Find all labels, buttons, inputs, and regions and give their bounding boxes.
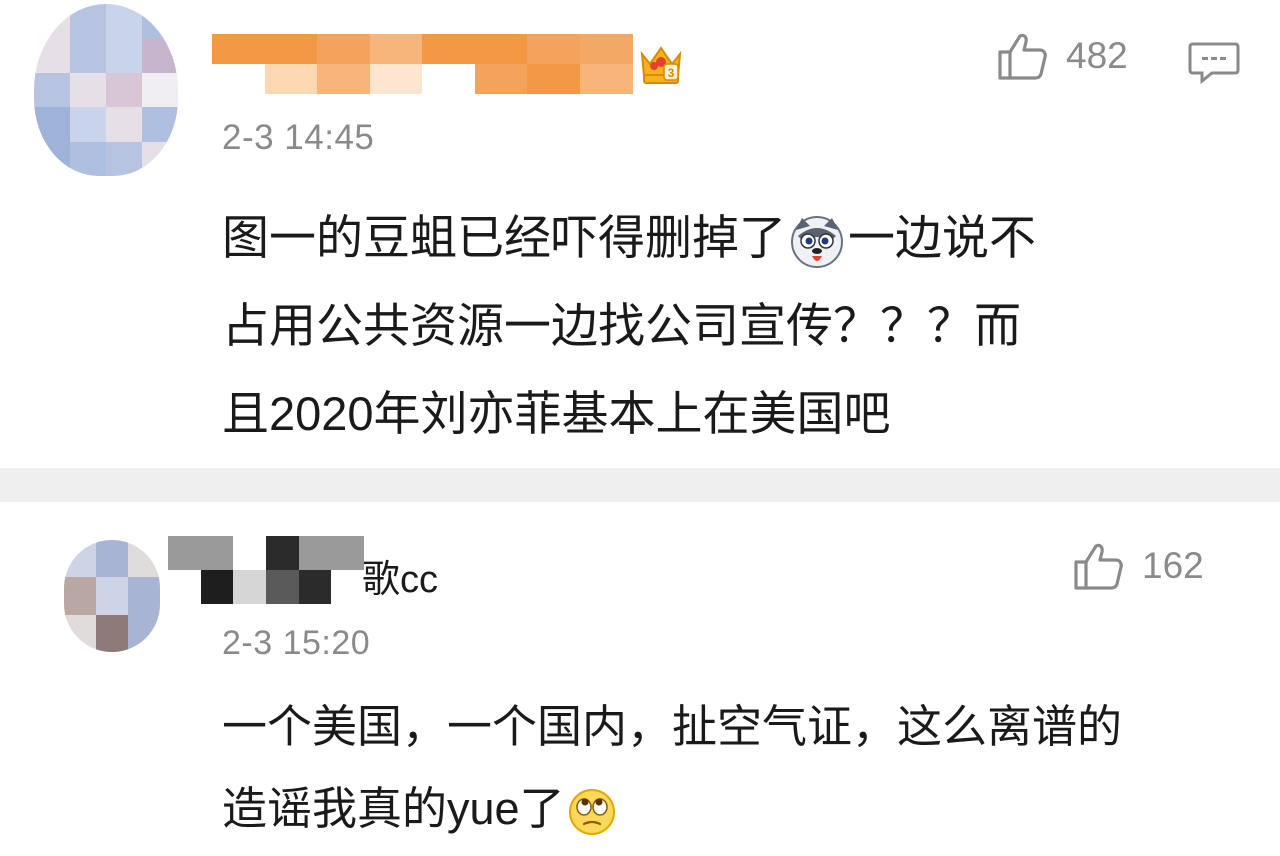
mosaic-cell [579,34,633,64]
mosaic-cell [70,38,106,74]
mosaic-cell [96,540,128,578]
comment-text-line: 一个美国，一个国内，扯空气证，这么离谱的 [222,701,1123,752]
like-button[interactable]: 162 [1072,540,1204,592]
mosaic-cell [106,38,142,74]
mosaic-cell [128,614,160,652]
username-blurred[interactable] [168,536,365,604]
mosaic-cell [527,34,580,64]
mosaic-cell [106,141,142,176]
husky-emoji-icon [791,215,843,268]
mosaic-cell [142,141,178,176]
avatar[interactable] [64,540,160,652]
comment-bubble-icon[interactable] [1188,40,1240,84]
comment-text: 一个美国，一个国内，扯空气证，这么离谱的 造谣我真的yue了 [222,686,1122,850]
mosaic-cell [474,64,528,94]
mosaic-cell [106,72,142,108]
mosaic-cell [142,38,178,74]
mosaic-cell [34,72,70,108]
mosaic-cell [128,540,160,578]
mosaic-cell [212,34,265,64]
username-blurred[interactable] [212,34,633,94]
mosaic-cell [142,107,178,143]
mosaic-cell [70,141,106,176]
comment-text: 图一的豆蛆已经吓得删掉了 一边说不 占用公共资源一边找公司宣传？？？而 且202… [222,194,1036,458]
mosaic-cell [264,34,318,64]
mosaic-cell [317,64,370,94]
mosaic-cell [317,34,370,64]
mosaic-cell [96,614,128,652]
mosaic-cell [64,614,96,652]
mosaic-cell [298,536,332,570]
like-count: 482 [1066,35,1128,76]
mosaic-cell [298,570,332,604]
mosaic-cell [64,540,96,578]
mosaic-cell [331,536,365,570]
mosaic-cell [34,141,70,176]
comment-timestamp: 2-3 14:45 [222,118,375,157]
thumbs-up-icon [998,33,1047,80]
rolling-eyes-emoji-icon [568,789,615,836]
mosaic-cell [212,64,265,94]
mosaic-cell [34,38,70,74]
mosaic-cell [168,536,201,570]
mosaic-cell [96,577,128,616]
thumbs-up-icon [1074,543,1123,590]
mosaic-cell [527,64,580,94]
mosaic-cell [142,72,178,108]
mosaic-cell [422,64,475,94]
comment-item: 3 2-3 14:45 482 图一的豆蛆已经吓得删掉了 一边说不 占用公共资源… [0,0,1280,468]
mosaic-cell [200,536,234,570]
mosaic-cell [266,570,299,604]
like-count: 162 [1142,545,1204,586]
mosaic-cell [369,64,423,94]
mosaic-cell [579,64,633,94]
mosaic-cell [422,34,475,64]
mosaic-cell [34,4,70,39]
comment-text-line: 图一的豆蛆已经吓得删掉了 一边说不 [222,194,1036,282]
mosaic-cell [64,577,96,616]
mosaic-cell [474,34,528,64]
badge-level-text: 3 [668,66,675,80]
mosaic-cell [168,570,201,604]
mosaic-cell [369,34,423,64]
mosaic-cell [264,64,318,94]
username-visible-part[interactable]: 歌cc [362,548,438,603]
mosaic-cell [70,4,106,39]
mosaic-cell [233,536,267,570]
mosaic-cell [106,4,142,39]
mosaic-cell [200,570,234,604]
mosaic-cell [128,577,160,616]
comment-thread: 3 2-3 14:45 482 图一的豆蛆已经吓得删掉了 一边说不 占用公共资源… [0,0,1280,856]
comment-text-line: 造谣我真的yue了 [222,768,1122,850]
mosaic-cell [70,107,106,143]
mosaic-cell [34,107,70,143]
mosaic-cell [70,72,106,108]
mosaic-cell [106,107,142,143]
like-button[interactable]: 482 [996,30,1128,82]
avatar[interactable] [34,4,178,176]
comment-text-line: 占用公共资源一边找公司宣传？？？而 [222,299,1021,352]
mosaic-cell [266,536,299,570]
mosaic-cell [331,570,365,604]
mosaic-cell [233,570,267,604]
comment-timestamp: 2-3 15:20 [222,624,371,662]
crown-level-icon: 3 [640,46,682,84]
comment-text-line: 且2020年刘亦菲基本上在美国吧 [222,387,891,440]
mosaic-cell [142,4,178,39]
comment-divider [0,468,1280,502]
